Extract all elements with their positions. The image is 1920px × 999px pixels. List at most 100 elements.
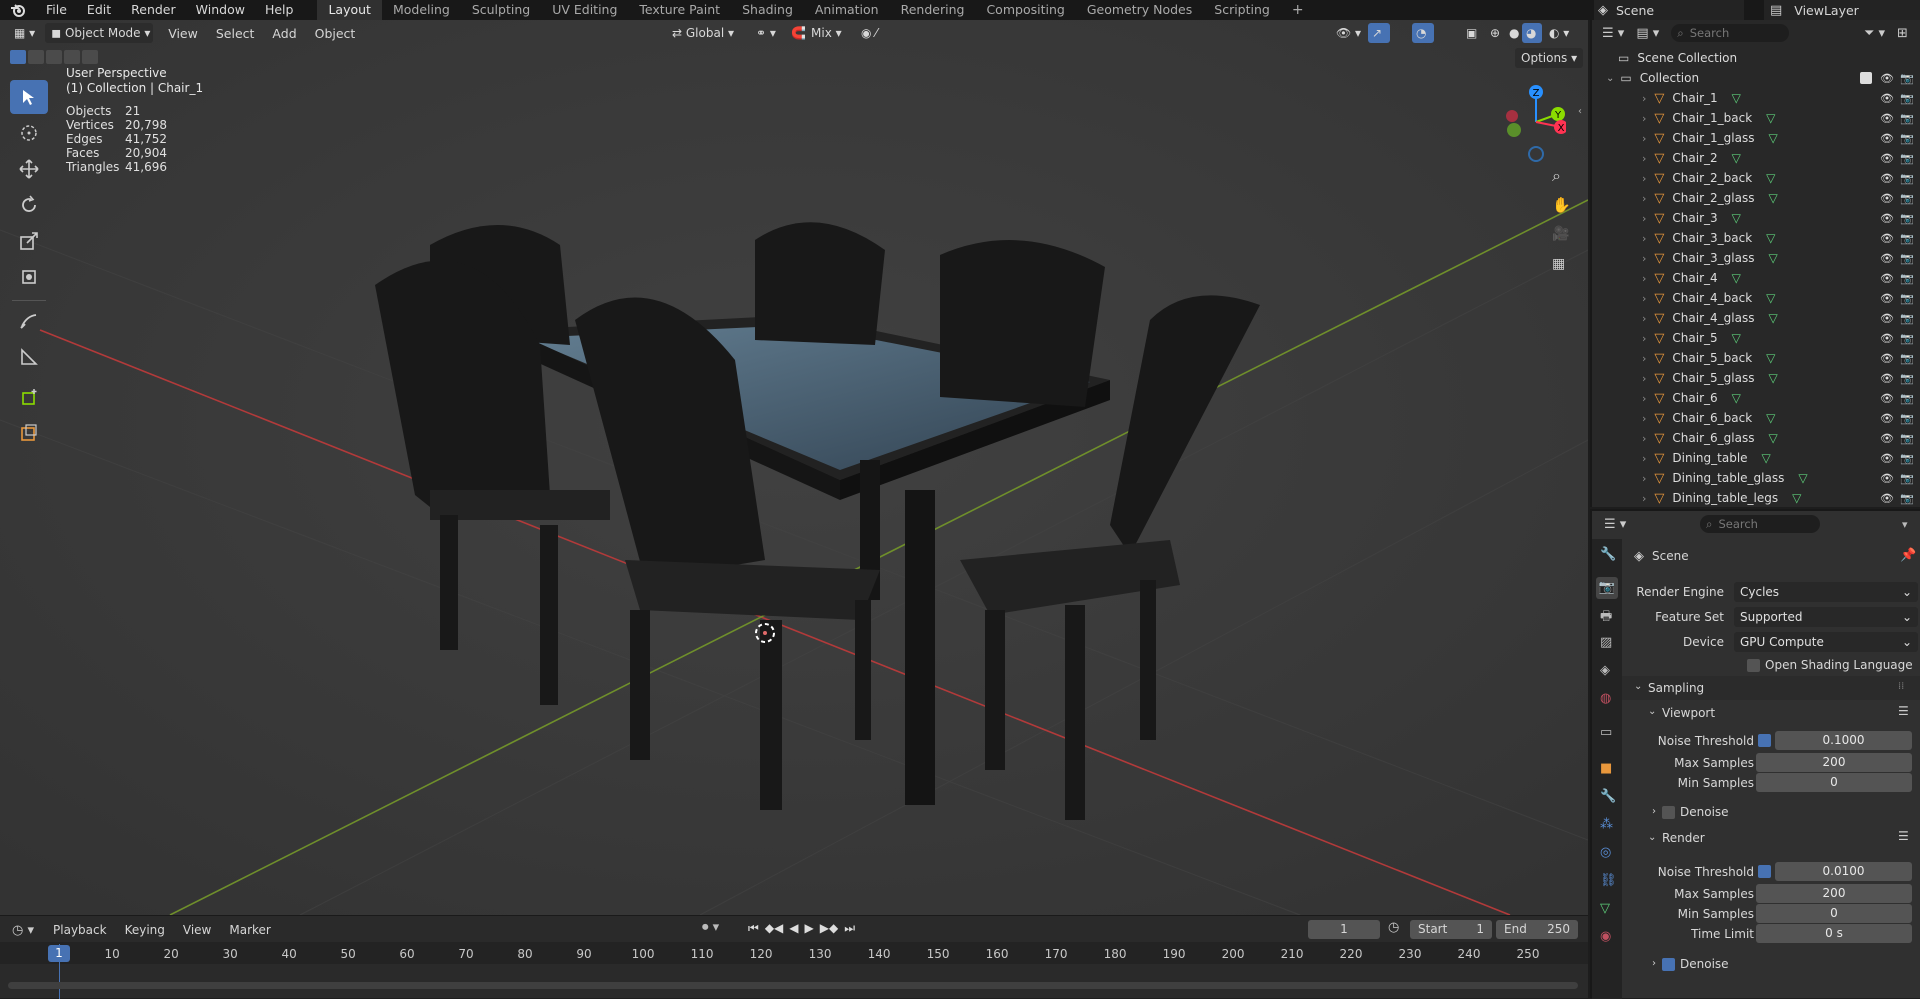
outliner-item-dining-table-glass[interactable]: › ▽ Dining_table_glass ▽ 👁 📷 xyxy=(1592,468,1920,488)
properties-options-icon[interactable]: ▾ xyxy=(1902,518,1908,531)
outliner-item-chair-4[interactable]: › ▽ Chair_4 ▽ 👁 📷 xyxy=(1592,268,1920,288)
workspace-tab-texture-paint[interactable]: Texture Paint xyxy=(628,0,731,20)
play-icon[interactable]: ▶ xyxy=(805,921,814,936)
current-frame-field[interactable]: 1 xyxy=(1308,920,1380,939)
selection-mode-icons[interactable] xyxy=(10,50,98,64)
measure-tool[interactable] xyxy=(10,340,48,374)
outliner-item-chair-6-glass[interactable]: › ▽ Chair_6_glass ▽ 👁 📷 xyxy=(1592,428,1920,448)
snap-mode-dropdown[interactable]: Mix ▾ xyxy=(805,23,848,43)
menu-render[interactable]: Render xyxy=(121,0,186,20)
cursor-tool[interactable] xyxy=(10,116,48,150)
r-noise-threshold-checkbox[interactable] xyxy=(1758,865,1771,878)
timeline-scrollbar[interactable] xyxy=(8,982,1578,989)
3d-viewport[interactable]: ▦ ▾ ◼ Object Mode ▾ View Select Add Object … xyxy=(0,20,1588,915)
timeline-editor[interactable]: ◷ ▾ Playback Keying View Marker ⏺ ▾ ⏮ ◆◀ ◀ … xyxy=(0,915,1588,999)
viewport-subpanel-chevron-icon[interactable]: ⌄ xyxy=(1648,706,1656,717)
render-engine-dropdown[interactable]: Cycles ⌄ xyxy=(1734,582,1918,602)
r-noise-threshold-field[interactable]: 0.0100 xyxy=(1775,862,1912,881)
outliner-editor-type-icon[interactable]: ☰ ▾ xyxy=(1602,26,1624,41)
r-max-samples-field[interactable]: 200 xyxy=(1756,884,1912,903)
viewport-presets-icon[interactable]: ☰ xyxy=(1898,704,1909,718)
data-tab-icon[interactable]: ▽ xyxy=(1600,901,1610,916)
r-denoise-checkbox[interactable] xyxy=(1662,958,1675,971)
render-subpanel-chevron-icon[interactable]: ⌄ xyxy=(1648,832,1656,843)
physics-tab-icon[interactable]: ◎ xyxy=(1600,845,1611,860)
vp-noise-threshold-checkbox[interactable] xyxy=(1758,734,1771,747)
select-intersect-icon[interactable] xyxy=(82,50,98,64)
feature-set-dropdown[interactable]: Supported ⌄ xyxy=(1734,607,1918,627)
start-frame-field[interactable]: Start 1 xyxy=(1410,920,1492,939)
outliner-collection[interactable]: ⌄ ▭ Collection 👁 📷 xyxy=(1592,68,1920,88)
workspace-tab-layout[interactable]: Layout xyxy=(317,0,382,20)
output-tab-icon[interactable]: 🖶 xyxy=(1600,607,1612,629)
blender-logo-icon[interactable] xyxy=(0,0,36,20)
select-new-icon[interactable] xyxy=(10,50,26,64)
outliner-item-chair-4-glass[interactable]: › ▽ Chair_4_glass ▽ 👁 📷 xyxy=(1592,308,1920,328)
shading-rendered-icon[interactable]: ◐ ▾ xyxy=(1543,23,1575,43)
editor-type-button[interactable]: ▦ ▾ xyxy=(8,23,41,43)
camera-view-icon[interactable]: 🎥 xyxy=(1552,226,1569,242)
constraints-tab-icon[interactable]: ⛓ xyxy=(1600,873,1617,888)
transform-tool[interactable] xyxy=(10,260,48,294)
viewport-menu-add[interactable]: Add xyxy=(263,26,305,41)
outliner-item-chair-4-back[interactable]: › ▽ Chair_4_back ▽ 👁 📷 xyxy=(1592,288,1920,308)
vp-noise-threshold-field[interactable]: 0.1000 xyxy=(1775,731,1912,750)
scale-tool[interactable] xyxy=(10,224,48,258)
r-min-samples-field[interactable]: 0 xyxy=(1756,904,1912,923)
particles-tab-icon[interactable]: ⁂ xyxy=(1600,817,1613,832)
filter-icon[interactable]: ⏷ ▾ xyxy=(1864,26,1885,41)
zoom-icon[interactable]: ⌕ xyxy=(1552,166,1561,186)
end-frame-field[interactable]: End 250 xyxy=(1496,920,1578,939)
vp-denoise-chevron-icon[interactable]: › xyxy=(1652,806,1656,817)
timeline-menu-view[interactable]: View xyxy=(174,923,220,937)
workspace-tab-rendering[interactable]: Rendering xyxy=(890,0,976,20)
rotate-tool[interactable] xyxy=(10,188,48,222)
outliner-item-chair-3-glass[interactable]: › ▽ Chair_3_glass ▽ 👁 📷 xyxy=(1592,248,1920,268)
modifier-tab-icon[interactable]: 🔧 xyxy=(1600,789,1616,804)
options-dropdown[interactable]: Options ▾ xyxy=(1515,48,1584,68)
outliner-item-chair-6-back[interactable]: › ▽ Chair_6_back ▽ 👁 📷 xyxy=(1592,408,1920,428)
pan-hand-icon[interactable]: ✋ xyxy=(1552,196,1571,214)
visibility-icon[interactable]: 👁 ▾ xyxy=(1330,23,1367,43)
collection-tab-icon[interactable]: ▭ xyxy=(1600,725,1612,740)
outliner-item-chair-5-back[interactable]: › ▽ Chair_5_back ▽ 👁 📷 xyxy=(1592,348,1920,368)
menu-file[interactable]: File xyxy=(36,0,77,20)
render-presets-icon[interactable]: ☰ xyxy=(1898,829,1909,843)
outliner-item-dining-table-legs[interactable]: › ▽ Dining_table_legs ▽ 👁 📷 xyxy=(1592,488,1920,508)
vp-denoise-checkbox[interactable] xyxy=(1662,806,1675,819)
outliner-item-chair-3[interactable]: › ▽ Chair_3 ▽ 👁 📷 xyxy=(1592,208,1920,228)
add-workspace-button[interactable]: + xyxy=(1281,0,1315,20)
mode-dropdown[interactable]: ◼ Object Mode ▾ xyxy=(45,23,154,43)
osl-checkbox[interactable] xyxy=(1747,659,1760,672)
gizmo-toggle-icon[interactable]: ↗ xyxy=(1368,23,1390,43)
shading-material-icon[interactable]: ◕ xyxy=(1522,23,1542,43)
outliner-item-chair-2-glass[interactable]: › ▽ Chair_2_glass ▽ 👁 📷 xyxy=(1592,188,1920,208)
prev-keyframe-icon[interactable]: ◆◀ xyxy=(765,921,783,936)
clock-icon[interactable]: ◷ ▾ xyxy=(12,923,34,938)
sidebar-toggle-icon[interactable]: ‹ xyxy=(1578,106,1582,117)
properties-search[interactable]: ⌕ Search xyxy=(1700,515,1820,533)
pivot-point-icon[interactable]: ⚭ ▾ xyxy=(750,23,782,43)
timeline-menu-keying[interactable]: Keying xyxy=(116,923,174,937)
workspace-tab-scripting[interactable]: Scripting xyxy=(1203,0,1281,20)
outliner-search[interactable]: ⌕ Search xyxy=(1671,24,1790,42)
select-invert-icon[interactable] xyxy=(64,50,80,64)
view-layer-tab-icon[interactable]: ▨ xyxy=(1600,635,1612,650)
outliner-item-dining-table[interactable]: › ▽ Dining_table ▽ 👁 📷 xyxy=(1592,448,1920,468)
auto-keying-icon[interactable]: ⏺ ▾ xyxy=(702,920,719,935)
add-object-tool[interactable] xyxy=(10,416,48,450)
scene-selector[interactable]: ◈ Scene xyxy=(1594,0,1744,20)
object-tab-icon[interactable]: ■ xyxy=(1600,761,1612,776)
outliner-item-chair-1-glass[interactable]: › ▽ Chair_1_glass ▽ 👁 📷 xyxy=(1592,128,1920,148)
workspace-tab-sculpting[interactable]: Sculpting xyxy=(461,0,541,20)
select-subtract-icon[interactable] xyxy=(46,50,62,64)
r-time-limit-field[interactable]: 0 s xyxy=(1756,924,1912,943)
vp-min-samples-field[interactable]: 0 xyxy=(1756,773,1912,792)
outliner-item-chair-5-glass[interactable]: › ▽ Chair_5_glass ▽ 👁 📷 xyxy=(1592,368,1920,388)
workspace-tab-geometry-nodes[interactable]: Geometry Nodes xyxy=(1076,0,1203,20)
workspace-tab-modeling[interactable]: Modeling xyxy=(382,0,461,20)
r-denoise-chevron-icon[interactable]: › xyxy=(1652,958,1656,969)
workspace-tab-uv-editing[interactable]: UV Editing xyxy=(541,0,628,20)
add-cube-tool[interactable] xyxy=(10,380,48,414)
tool-tab-icon[interactable]: 🔧 xyxy=(1600,547,1616,562)
